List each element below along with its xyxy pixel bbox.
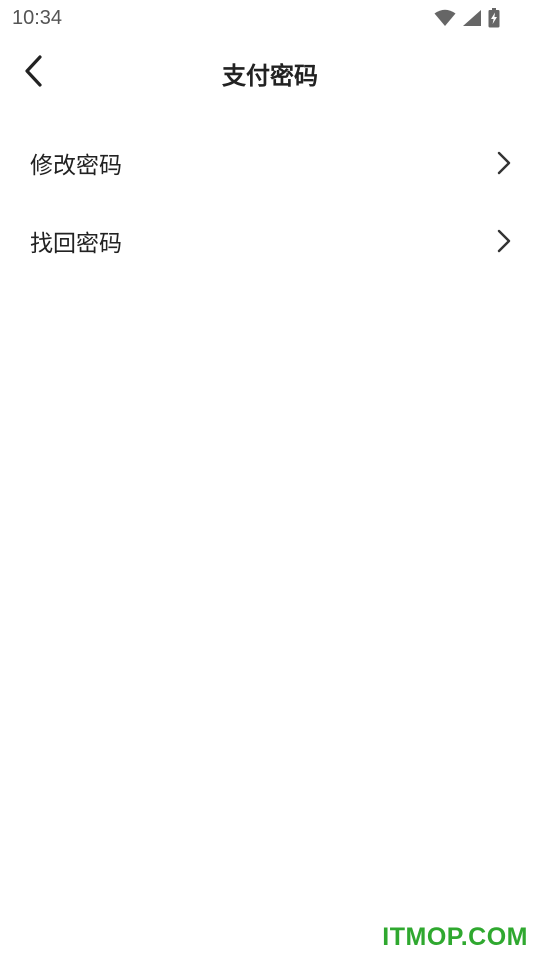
- menu-list: 修改密码 找回密码: [0, 124, 540, 280]
- menu-item-recover-password[interactable]: 找回密码: [0, 202, 540, 280]
- status-time: 10:34: [12, 7, 63, 29]
- menu-item-change-password[interactable]: 修改密码: [0, 124, 540, 202]
- chevron-right-icon: [496, 229, 512, 253]
- nav-bar: 支付密码: [0, 36, 540, 112]
- menu-item-label: 找回密码: [30, 231, 122, 257]
- battery-charging-icon: [488, 8, 500, 28]
- page-title: 支付密码: [222, 62, 318, 90]
- watermark: ITMOP.COM: [382, 923, 528, 951]
- wifi-icon: [434, 9, 456, 27]
- signal-icon: [462, 9, 482, 27]
- chevron-right-icon: [496, 151, 512, 175]
- status-bar: 10:34: [0, 0, 540, 36]
- status-icons: [434, 7, 500, 29]
- menu-item-label: 修改密码: [30, 153, 122, 179]
